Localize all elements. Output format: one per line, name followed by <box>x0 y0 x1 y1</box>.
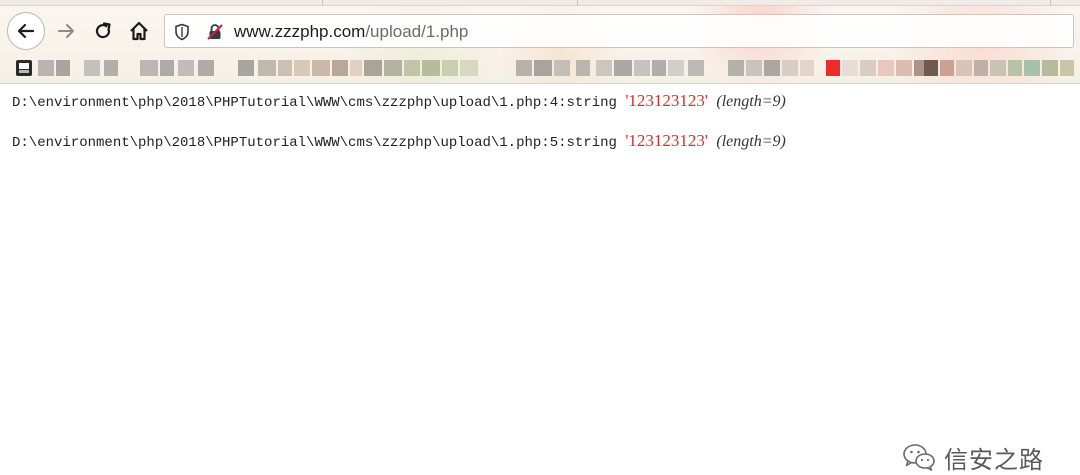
blurred-bookmark[interactable] <box>38 60 54 76</box>
blurred-bookmark[interactable] <box>516 60 532 76</box>
blurred-bookmark[interactable] <box>956 60 972 76</box>
tab-divider <box>1050 0 1051 6</box>
blurred-bookmark[interactable] <box>1042 60 1058 76</box>
blurred-bookmark[interactable] <box>384 60 402 76</box>
blurred-bookmark[interactable] <box>534 60 552 76</box>
blurred-bookmark[interactable] <box>140 60 158 76</box>
var-dump-line: D:\environment\php\2018\PHPTutorial\WWW\… <box>12 131 786 151</box>
blurred-bookmark[interactable] <box>860 60 876 76</box>
blurred-bookmark[interactable] <box>974 60 988 76</box>
dump-file-path: D:\environment\php\2018\PHPTutorial\WWW\… <box>12 135 567 151</box>
bookmarks-bar <box>0 54 1080 82</box>
watermark: 信安之路 <box>902 439 1044 475</box>
page-content: D:\environment\php\2018\PHPTutorial\WWW\… <box>0 84 1080 474</box>
blurred-bookmark[interactable] <box>596 60 612 76</box>
blurred-bookmark[interactable] <box>878 60 894 76</box>
blurred-bookmark[interactable] <box>350 60 362 76</box>
blurred-bookmark[interactable] <box>576 60 590 76</box>
blurred-bookmark[interactable] <box>56 60 70 76</box>
blurred-bookmark[interactable] <box>896 60 912 76</box>
blurred-bookmark[interactable] <box>668 60 684 76</box>
blurred-bookmark[interactable] <box>1008 60 1022 76</box>
blurred-bookmark[interactable] <box>404 60 420 76</box>
home-button[interactable] <box>120 12 158 50</box>
blurred-bookmark[interactable] <box>1060 60 1074 76</box>
blurred-bookmark[interactable] <box>294 60 310 76</box>
blurred-bookmark[interactable] <box>160 60 174 76</box>
blurred-bookmark[interactable] <box>1024 60 1040 76</box>
blurred-bookmark[interactable] <box>826 60 840 76</box>
dump-file-path: D:\environment\php\2018\PHPTutorial\WWW\… <box>12 95 567 111</box>
url-text[interactable]: www.zzzphp.com/upload/1.php <box>234 22 468 42</box>
blurred-bookmark[interactable] <box>198 60 214 76</box>
blurred-bookmark[interactable] <box>652 60 666 76</box>
forward-arrow-icon <box>58 24 74 38</box>
back-arrow-icon <box>17 23 35 39</box>
blurred-bookmark[interactable] <box>842 60 858 76</box>
watermark-text: 信安之路 <box>944 445 1044 474</box>
blurred-bookmark[interactable] <box>442 60 458 76</box>
dump-length: (length=9) <box>716 133 786 150</box>
blurred-bookmark[interactable] <box>914 60 924 76</box>
dump-length: (length=9) <box>716 93 786 110</box>
blurred-bookmark[interactable] <box>238 60 254 76</box>
insecure-connection-icon[interactable] <box>205 22 225 42</box>
blurred-bookmark[interactable] <box>312 60 330 76</box>
url-bar[interactable]: www.zzzphp.com/upload/1.php <box>164 14 1074 48</box>
dump-string-value: '123123123' <box>625 131 708 150</box>
dump-type: string <box>566 95 617 111</box>
blurred-bookmark[interactable] <box>104 60 118 76</box>
blurred-bookmark[interactable] <box>364 60 382 76</box>
reload-icon <box>95 22 111 39</box>
blurred-bookmark[interactable] <box>422 60 440 76</box>
blurred-bookmark[interactable] <box>614 60 632 76</box>
shield-icon[interactable] <box>172 22 192 42</box>
blurred-bookmark[interactable] <box>460 60 478 76</box>
back-button[interactable] <box>7 12 45 50</box>
tab-strip <box>0 0 1080 6</box>
tab-divider <box>322 0 323 6</box>
tab-divider <box>577 0 578 6</box>
blurred-bookmark[interactable] <box>924 60 938 76</box>
blurred-bookmark[interactable] <box>990 60 1006 76</box>
home-icon <box>130 21 148 41</box>
forward-button[interactable] <box>47 12 85 50</box>
bookmark-folder-icon[interactable] <box>14 58 34 78</box>
blurred-bookmark[interactable] <box>940 60 954 76</box>
blurred-bookmark[interactable] <box>332 60 348 76</box>
blurred-bookmark[interactable] <box>278 60 292 76</box>
reload-button[interactable] <box>84 12 122 50</box>
blurred-bookmark[interactable] <box>84 60 100 76</box>
blurred-bookmark[interactable] <box>178 60 194 76</box>
dump-string-value: '123123123' <box>625 91 708 110</box>
wechat-icon <box>903 444 935 471</box>
blurred-bookmark[interactable] <box>258 60 276 76</box>
browser-toolbar: www.zzzphp.com/upload/1.php <box>0 0 1080 84</box>
blurred-bookmark[interactable] <box>782 60 798 76</box>
url-path: /upload/1.php <box>365 22 469 41</box>
blurred-bookmark[interactable] <box>634 60 650 76</box>
var-dump-line: D:\environment\php\2018\PHPTutorial\WWW\… <box>12 91 786 111</box>
dump-type: string <box>566 135 617 151</box>
url-host: www.zzzphp.com <box>234 22 366 41</box>
blurred-bookmark[interactable] <box>764 60 780 76</box>
blurred-bookmark[interactable] <box>554 60 570 76</box>
blurred-bookmark[interactable] <box>728 60 744 76</box>
blurred-bookmark[interactable] <box>746 60 762 76</box>
blurred-bookmark[interactable] <box>688 60 704 76</box>
blurred-bookmark[interactable] <box>800 60 814 76</box>
